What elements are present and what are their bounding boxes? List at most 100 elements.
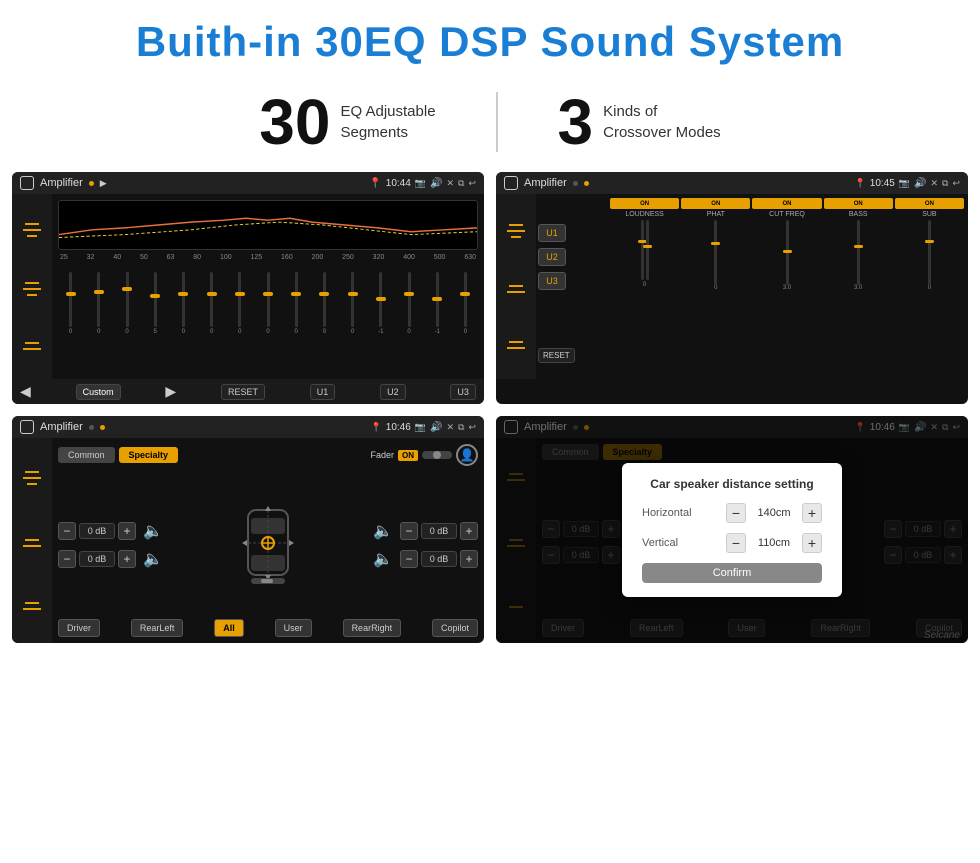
fader-on: ON bbox=[398, 450, 418, 461]
cross-cols: ON LOUDNESS 0 ON PHAT bbox=[574, 194, 968, 379]
car-diagram bbox=[218, 500, 318, 590]
dot2b bbox=[584, 181, 589, 186]
fader-slider[interactable] bbox=[422, 451, 452, 459]
vol-icon1: 🔊 bbox=[430, 178, 442, 189]
sp-icon-1[interactable] bbox=[23, 470, 41, 486]
cross-icon-3[interactable] bbox=[507, 340, 525, 350]
rearright-btn[interactable]: RearRight bbox=[343, 619, 402, 637]
confirm-btn[interactable]: Confirm bbox=[642, 563, 822, 583]
user-btn[interactable]: User bbox=[275, 619, 312, 637]
vertical-value: 110cm bbox=[750, 537, 798, 549]
vertical-row: Vertical − 110cm + bbox=[642, 533, 822, 553]
home-icon2[interactable] bbox=[504, 176, 518, 190]
window-icon1[interactable]: ⧉ bbox=[458, 178, 464, 189]
eq-slider-10[interactable]: 0 bbox=[312, 265, 337, 335]
dialog-overlay: Car speaker distance setting Horizontal … bbox=[496, 416, 968, 643]
db-control-br: 🔈 − 0 dB + bbox=[324, 549, 478, 569]
u2-cross-btn[interactable]: U2 bbox=[538, 248, 566, 266]
screen1-body: 253240506380100125160200250320400500630 … bbox=[12, 194, 484, 379]
eq-slider-15[interactable]: 0 bbox=[453, 265, 478, 335]
cross-left-panel bbox=[496, 194, 536, 379]
eq-slider-11[interactable]: 0 bbox=[340, 265, 365, 335]
u1-btn[interactable]: U1 bbox=[310, 384, 336, 400]
screens-grid: Amplifier ▶ 📍 10:44 📷 🔊 ✕ ⧉ ↩ bbox=[0, 172, 980, 655]
sp-tab-specialty[interactable]: Specialty bbox=[119, 447, 179, 463]
screen3-time: 10:46 bbox=[386, 422, 411, 433]
cross-icon-2[interactable] bbox=[507, 284, 525, 294]
screen2-time: 10:45 bbox=[870, 178, 895, 189]
next-btn[interactable]: ▶ bbox=[165, 383, 176, 400]
reset-cross-btn[interactable]: RESET bbox=[538, 348, 575, 363]
db-plus-tl[interactable]: + bbox=[118, 522, 136, 540]
screen-speaker: Amplifier 📍 10:46 📷 🔊 ✕ ⧉ ↩ bbox=[12, 416, 484, 643]
close-icon3[interactable]: ✕ bbox=[446, 422, 454, 433]
db-value-bl: 0 dB bbox=[79, 551, 115, 567]
eq-slider-5[interactable]: 0 bbox=[171, 265, 196, 335]
eq-slider-3[interactable]: 0 bbox=[114, 265, 139, 335]
db-minus-tl[interactable]: − bbox=[58, 522, 76, 540]
eq-slider-1[interactable]: 0 bbox=[58, 265, 83, 335]
back-icon2[interactable]: ↩ bbox=[952, 178, 960, 189]
back-icon1[interactable]: ↩ bbox=[468, 178, 476, 189]
eq-slider-12[interactable]: -1 bbox=[368, 265, 393, 335]
eq-slider-2[interactable]: 0 bbox=[86, 265, 111, 335]
u3-btn[interactable]: U3 bbox=[450, 384, 476, 400]
dialog-title: Car speaker distance setting bbox=[642, 477, 822, 491]
close-icon1[interactable]: ✕ bbox=[446, 178, 454, 189]
horizontal-control: − 140cm + bbox=[726, 503, 822, 523]
reset-btn1[interactable]: RESET bbox=[221, 384, 265, 400]
eq-icon-2[interactable] bbox=[23, 281, 41, 297]
db-plus-tr[interactable]: + bbox=[460, 522, 478, 540]
dot1 bbox=[89, 181, 94, 186]
eq-slider-7[interactable]: 0 bbox=[227, 265, 252, 335]
eq-icon-3[interactable] bbox=[23, 341, 41, 351]
screen1-bar: Amplifier ▶ 📍 10:44 📷 🔊 ✕ ⧉ ↩ bbox=[12, 172, 484, 194]
distance-dialog: Car speaker distance setting Horizontal … bbox=[622, 463, 842, 597]
play-icon[interactable]: ▶ bbox=[100, 178, 107, 189]
db-plus-br[interactable]: + bbox=[460, 550, 478, 568]
screen1-app-name: Amplifier bbox=[40, 177, 83, 189]
db-minus-br[interactable]: − bbox=[400, 550, 418, 568]
rearleft-btn[interactable]: RearLeft bbox=[131, 619, 184, 637]
window-icon3[interactable]: ⧉ bbox=[458, 422, 464, 433]
all-btn[interactable]: All bbox=[214, 619, 244, 637]
u3-cross-btn[interactable]: U3 bbox=[538, 272, 566, 290]
db-minus-bl[interactable]: − bbox=[58, 550, 76, 568]
eq-slider-6[interactable]: 0 bbox=[199, 265, 224, 335]
eq-slider-13[interactable]: 0 bbox=[396, 265, 421, 335]
home-icon[interactable] bbox=[20, 176, 34, 190]
sp-icon-3[interactable] bbox=[23, 601, 41, 611]
close-icon2[interactable]: ✕ bbox=[930, 178, 938, 189]
u1-cross-btn[interactable]: U1 bbox=[538, 224, 566, 242]
cross-icon-1[interactable] bbox=[507, 223, 525, 239]
vol-icon2: 🔊 bbox=[914, 178, 926, 189]
stat-crossover-number: 3 bbox=[558, 90, 594, 154]
back-icon3[interactable]: ↩ bbox=[468, 422, 476, 433]
db-plus-bl[interactable]: + bbox=[118, 550, 136, 568]
horizontal-minus[interactable]: − bbox=[726, 503, 746, 523]
dot3b bbox=[100, 425, 105, 430]
driver-btn[interactable]: Driver bbox=[58, 619, 100, 637]
vertical-minus[interactable]: − bbox=[726, 533, 746, 553]
eq-slider-4[interactable]: 5 bbox=[143, 265, 168, 335]
window-icon2[interactable]: ⧉ bbox=[942, 178, 948, 189]
home-icon3[interactable] bbox=[20, 420, 34, 434]
u2-btn[interactable]: U2 bbox=[380, 384, 406, 400]
sp-footer: Driver RearLeft All User RearRight Copil… bbox=[58, 619, 478, 637]
prev-btn[interactable]: ◀ bbox=[20, 383, 31, 400]
eq-icon-1[interactable] bbox=[23, 222, 41, 238]
copilot-btn[interactable]: Copilot bbox=[432, 619, 478, 637]
horizontal-plus[interactable]: + bbox=[802, 503, 822, 523]
eq-main-area: 253240506380100125160200250320400500630 … bbox=[52, 194, 484, 379]
db-minus-tr[interactable]: − bbox=[400, 522, 418, 540]
camera-icon: 📷 bbox=[415, 178, 426, 189]
eq-slider-14[interactable]: -1 bbox=[425, 265, 450, 335]
sp-tab-common[interactable]: Common bbox=[58, 447, 115, 463]
screen1-time: 10:44 bbox=[386, 178, 411, 189]
vertical-plus[interactable]: + bbox=[802, 533, 822, 553]
sp-icon-2[interactable] bbox=[23, 538, 41, 548]
pin-icon3: 📍 bbox=[371, 422, 382, 433]
eq-slider-8[interactable]: 0 bbox=[255, 265, 280, 335]
stats-row: 30 EQ Adjustable Segments 3 Kinds of Cro… bbox=[0, 76, 980, 172]
eq-slider-9[interactable]: 0 bbox=[284, 265, 309, 335]
